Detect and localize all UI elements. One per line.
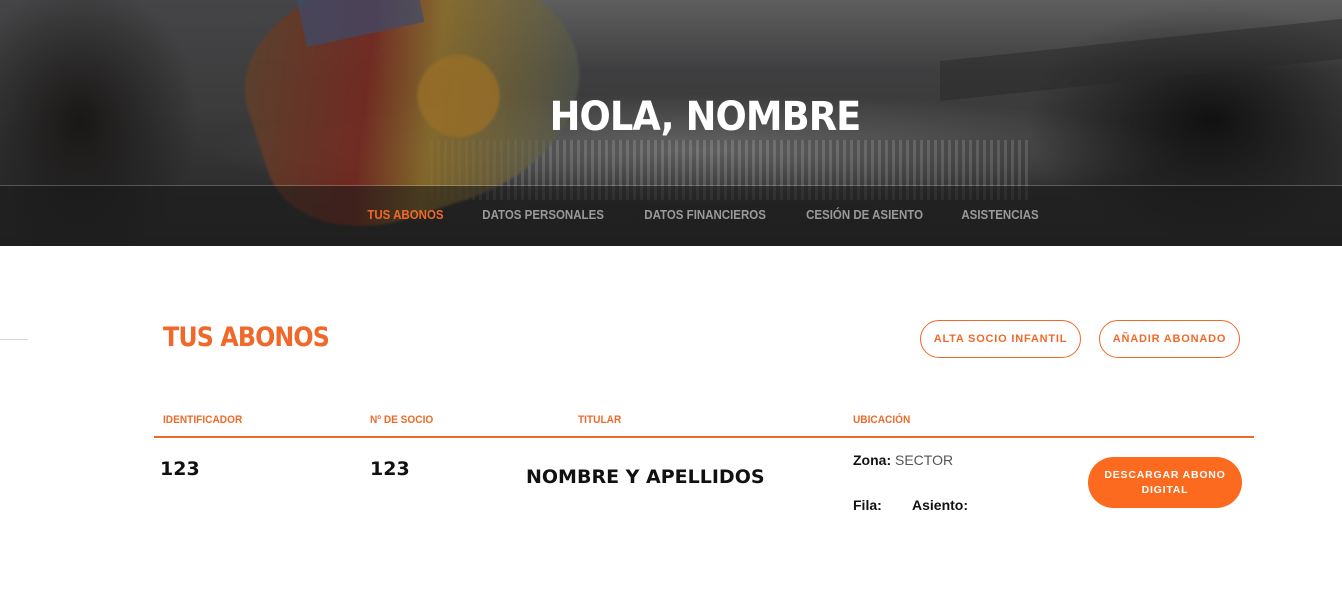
cell-titular: NOMBRE Y APELLIDOS <box>526 466 765 488</box>
left-edge-divider <box>0 339 28 340</box>
location-zona: Zona: SECTOR <box>853 452 953 468</box>
column-header-identificador: IDENTIFICADOR <box>163 414 243 426</box>
account-subnav: TUS ABONOS DATOS PERSONALES DATOS FINANC… <box>0 208 1342 226</box>
location-asiento: Asiento: <box>912 497 968 513</box>
tab-cesion-de-asiento[interactable]: CESIÓN DE ASIENTO <box>806 208 923 226</box>
tab-datos-financieros[interactable]: DATOS FINANCIEROS <box>644 208 766 226</box>
hero-banner: HOLA, NOMBRE TUS ABONOS DATOS PERSONALES… <box>0 0 1342 246</box>
tab-datos-personales[interactable]: DATOS PERSONALES <box>482 208 604 226</box>
column-header-socio: Nº DE SOCIO <box>370 414 434 426</box>
cell-identificador: 123 <box>160 458 200 480</box>
greeting-title: HOLA, NOMBRE <box>549 94 862 140</box>
table-header-rule <box>154 436 1254 438</box>
column-header-ubicacion: UBICACIÓN <box>853 414 911 426</box>
alta-socio-infantil-button[interactable]: ALTA SOCIO INFANTIL <box>920 320 1081 358</box>
location-fila: Fila: <box>853 497 882 513</box>
zona-value: SECTOR <box>895 452 954 468</box>
anadir-abonado-button[interactable]: AÑADIR ABONADO <box>1099 320 1240 358</box>
tab-asistencias[interactable]: ASISTENCIAS <box>962 208 1039 226</box>
zona-label: Zona: <box>853 452 892 468</box>
asiento-label: Asiento: <box>912 497 968 513</box>
column-header-titular: TITULAR <box>578 414 622 426</box>
fila-label: Fila: <box>853 497 882 513</box>
descargar-abono-digital-button[interactable]: DESCARGAR ABONO DIGITAL <box>1088 457 1242 508</box>
cell-socio: 123 <box>370 458 410 480</box>
tab-tus-abonos[interactable]: TUS ABONOS <box>367 208 443 226</box>
section-title: TUS ABONOS <box>163 322 330 353</box>
